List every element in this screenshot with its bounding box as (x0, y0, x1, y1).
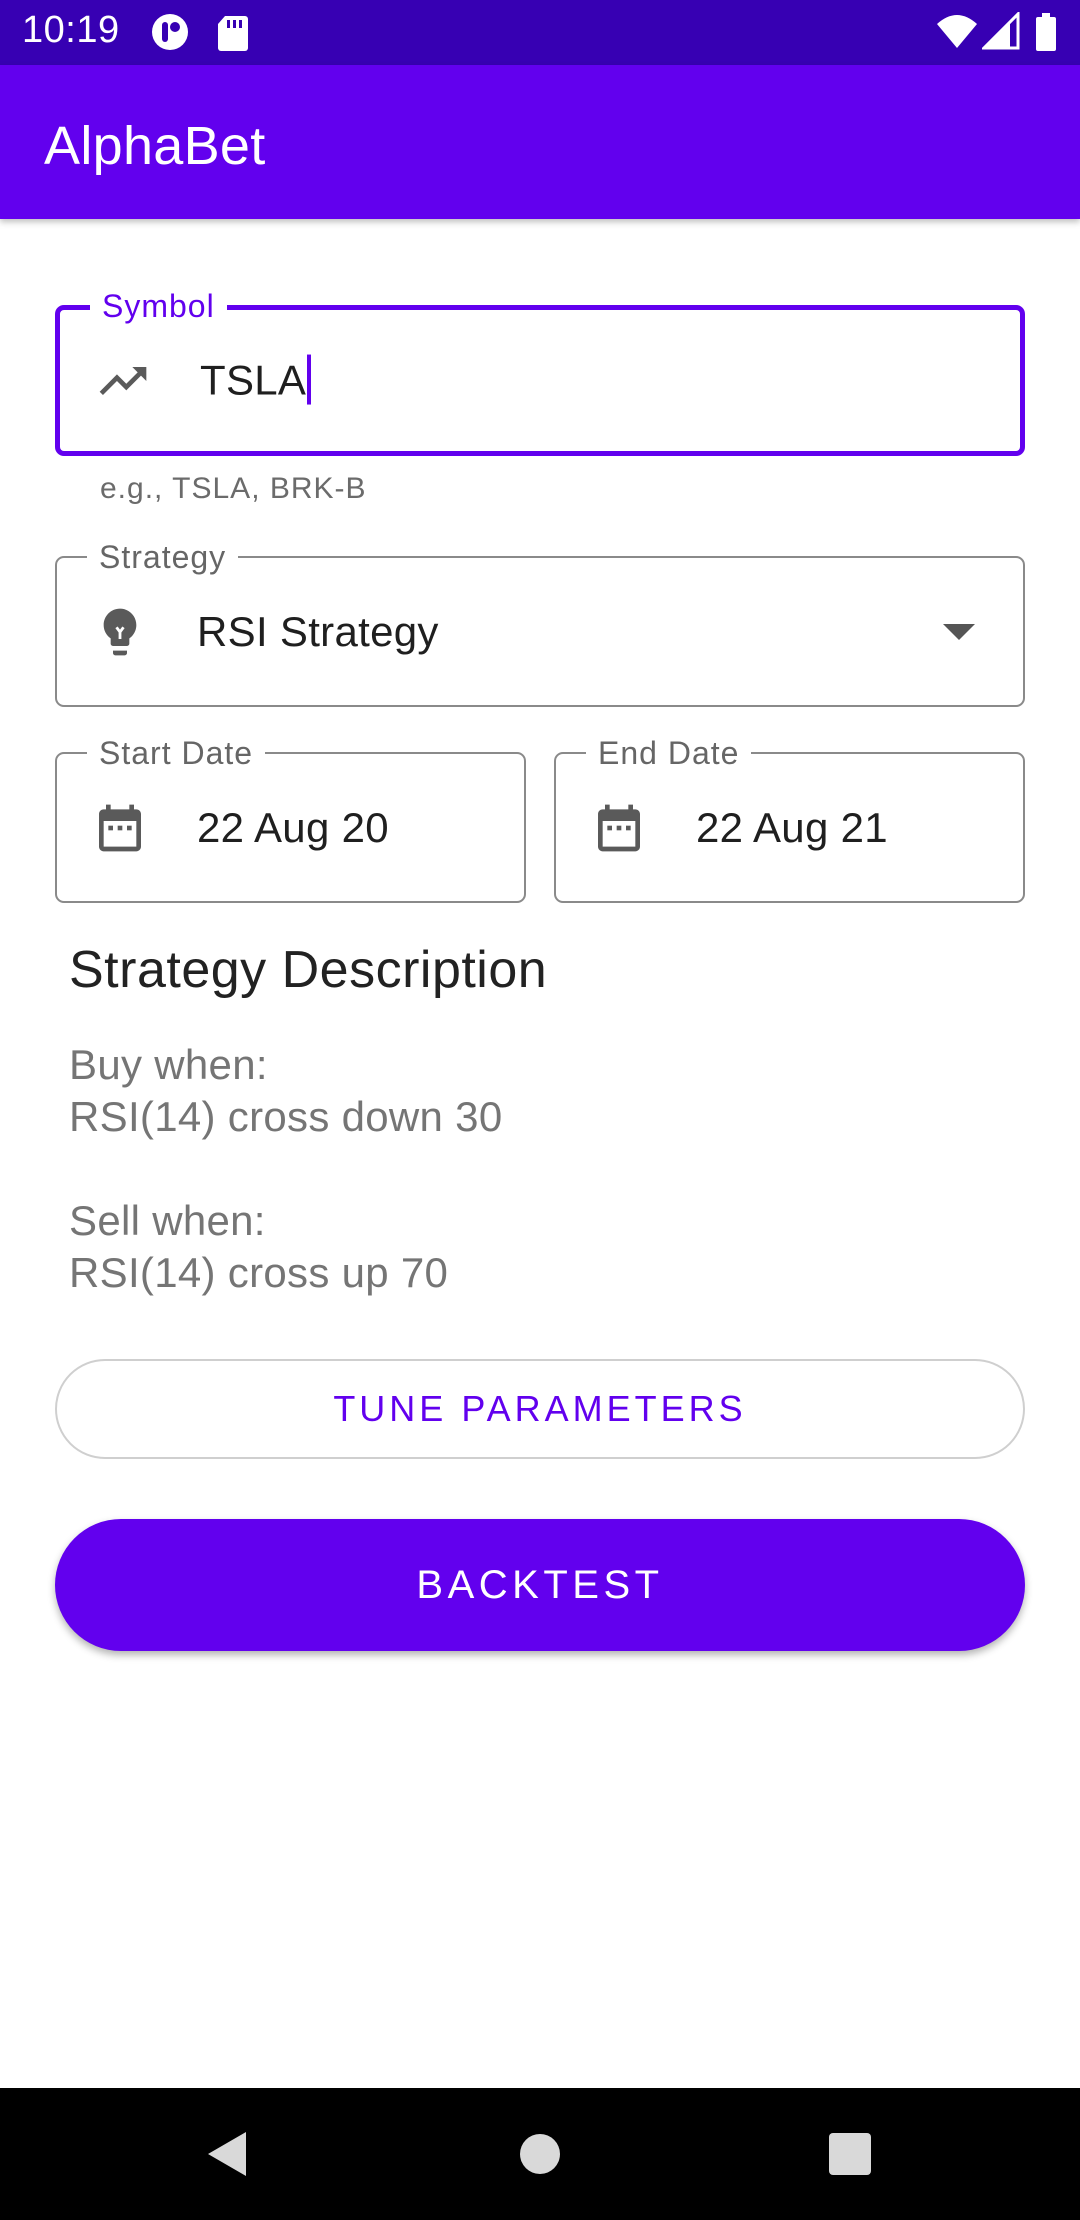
calendar-icon (99, 804, 141, 851)
strategy-value: RSI Strategy (197, 607, 439, 655)
tune-parameters-button[interactable]: TUNE PARAMETERS (55, 1359, 1025, 1459)
back-icon[interactable] (198, 2124, 258, 2184)
start-date-label: Start Date (87, 733, 266, 773)
sell-heading: Sell when: (69, 1197, 266, 1244)
status-time: 10:19 (22, 9, 120, 51)
strategy-description-title: Strategy Description (69, 941, 548, 999)
end-date-field[interactable]: End Date 22 Aug 21 (554, 733, 1025, 903)
symbol-field[interactable]: Symbol TSLA (55, 286, 1025, 456)
symbol-input-value[interactable]: TSLA (200, 354, 312, 405)
symbol-helper-text: e.g., TSLA, BRK-B (100, 472, 367, 505)
buy-rule: RSI(14) cross down 30 (69, 1093, 503, 1140)
app-notification-icon (152, 14, 188, 50)
end-date-value: 22 Aug 21 (696, 803, 888, 851)
home-icon[interactable] (510, 2124, 570, 2184)
buy-rule-block: Buy when: RSI(14) cross down 30 (69, 1039, 502, 1143)
start-date-field[interactable]: Start Date 22 Aug 20 (55, 733, 526, 903)
strategy-label: Strategy (87, 537, 239, 577)
calendar-icon (598, 804, 640, 851)
app-bar: AlphaBet (0, 65, 1080, 219)
buy-heading: Buy when: (69, 1041, 268, 1088)
end-date-label: End Date (586, 733, 752, 773)
lightbulb-icon (103, 608, 137, 655)
app-title: AlphaBet (44, 116, 266, 176)
start-date-value: 22 Aug 20 (197, 803, 389, 851)
backtest-button[interactable]: BACKTEST (55, 1519, 1025, 1651)
strategy-dropdown[interactable]: Strategy RSI Strategy (55, 537, 1025, 707)
text-caret (307, 354, 312, 405)
status-bar: 10:19 (0, 0, 1080, 65)
trending-up-icon (99, 366, 147, 395)
cell-signal-icon (982, 12, 1020, 50)
symbol-label: Symbol (90, 286, 227, 326)
sell-rule-block: Sell when: RSI(14) cross up 70 (69, 1195, 448, 1299)
system-nav-bar (0, 2088, 1080, 2220)
wifi-icon (937, 15, 977, 48)
sd-card-icon (218, 16, 248, 51)
sell-rule: RSI(14) cross up 70 (69, 1249, 449, 1296)
battery-icon (1036, 13, 1056, 51)
recents-icon[interactable] (820, 2124, 880, 2184)
dropdown-arrow-icon[interactable] (943, 623, 975, 640)
